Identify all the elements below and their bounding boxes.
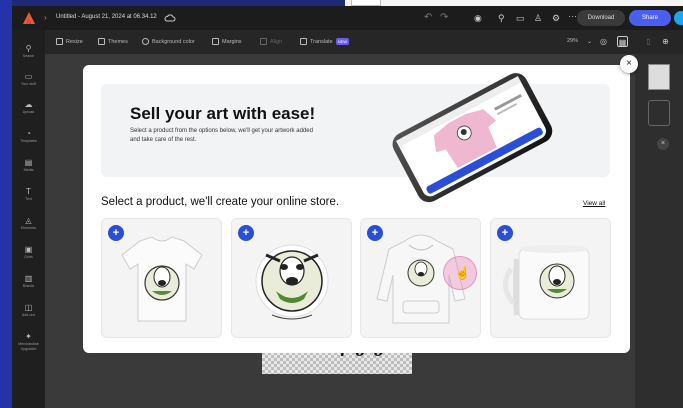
translate-button[interactable]: Translate NEW <box>300 38 350 45</box>
menu-chevron-icon[interactable]: › <box>44 13 47 22</box>
sidebar-item-text[interactable]: T Text <box>12 187 45 202</box>
merch-icon: ✦ <box>25 332 32 341</box>
zoom-level[interactable]: 29% <box>567 38 578 44</box>
background-icon <box>142 38 149 45</box>
addons-icon: ◫ <box>24 303 33 312</box>
section-title: Select a product, we'll create your onli… <box>101 196 340 208</box>
redo-icon[interactable]: ↷ <box>440 12 448 23</box>
themes-button[interactable]: Themes <box>98 38 128 45</box>
collaborators-icon[interactable]: ◉ <box>474 12 482 24</box>
pages-icon[interactable]: ▦ <box>617 36 628 47</box>
add-hoodie-button[interactable]: + <box>367 225 383 241</box>
sidebar-item-brands[interactable]: ▥ Brands <box>12 274 45 289</box>
page-thumbnail[interactable] <box>648 64 670 90</box>
view-all-link[interactable]: View all <box>583 200 605 207</box>
text-icon: T <box>26 187 31 196</box>
delete-icon[interactable]: ▯ <box>643 36 654 47</box>
brands-icon: ▥ <box>24 274 33 283</box>
sidebar-item-add-ons[interactable]: ◫ Add-ons <box>12 303 45 318</box>
margins-button[interactable]: Margins <box>212 38 242 45</box>
canvas-transparent-area <box>262 352 412 374</box>
adobe-express-logo[interactable] <box>22 11 36 25</box>
more-icon[interactable]: ··· <box>568 10 577 22</box>
person-icon[interactable]: ♙ <box>534 12 542 24</box>
sidebar-item-upload[interactable]: ☁ Upload <box>12 100 45 115</box>
folder-icon: ▭ <box>24 72 33 81</box>
fit-icon[interactable]: ◎ <box>598 36 609 47</box>
add-mug-button[interactable]: + <box>497 225 513 241</box>
themes-icon <box>98 38 105 45</box>
left-sidebar: ⚲ Search ▭ Your stuff ☁ Upload ◔ Templates ▤… <box>12 30 45 408</box>
modal-close-button[interactable]: × <box>620 55 638 73</box>
sidebar-item-grids[interactable]: ▣ Grids <box>12 245 45 260</box>
search-icon: ⚲ <box>25 44 32 53</box>
cloud-icon[interactable] <box>164 12 176 24</box>
sidebar-item-your-stuff[interactable]: ▭ Your stuff <box>12 72 45 87</box>
translate-icon <box>300 38 307 45</box>
location-icon[interactable]: ⚲ <box>498 12 505 24</box>
new-badge: NEW <box>335 38 350 45</box>
desktop-frame-left <box>0 0 12 408</box>
download-button[interactable]: Download <box>577 10 625 26</box>
titlebar: › Untitled - August 21, 2024 at 06.34.12… <box>12 6 683 30</box>
align-icon <box>260 38 267 45</box>
templates-icon: ◔ <box>26 129 31 138</box>
undo-icon[interactable]: ↶ <box>424 12 432 23</box>
sidebar-item-elements[interactable]: ◬ Elements <box>12 216 45 231</box>
upload-icon: ☁ <box>24 100 33 109</box>
hero-title: Sell your art with ease! <box>130 104 316 123</box>
grids-icon: ▣ <box>24 245 33 254</box>
close-icon[interactable]: × <box>657 138 669 150</box>
elements-icon: ◬ <box>25 216 32 225</box>
media-icon: ▤ <box>24 158 33 167</box>
resize-icon <box>56 38 63 45</box>
page-thumbnail-secondary[interactable] <box>648 100 670 126</box>
comment-icon[interactable]: ▭ <box>516 12 525 24</box>
file-title[interactable]: Untitled - August 21, 2024 at 06.34.12 <box>56 14 157 20</box>
user-avatar[interactable] <box>674 11 683 25</box>
sidebar-item-templates[interactable]: ◔ Templates <box>12 129 45 144</box>
product-card-tshirt[interactable]: + <box>101 218 222 338</box>
product-card-mug[interactable]: + <box>490 218 611 338</box>
toolbar: Resize Themes Background color Margins A… <box>12 30 683 54</box>
product-card-sticker[interactable]: + <box>231 218 352 338</box>
add-tshirt-button[interactable]: + <box>108 225 124 241</box>
sidebar-item-merchandise[interactable]: ✦ Merchandise Upgraded <box>12 332 45 352</box>
chevron-down-icon[interactable]: ⌄ <box>584 37 595 48</box>
align-button[interactable]: Align <box>260 38 282 45</box>
add-icon[interactable]: ⊕ <box>660 36 671 47</box>
sidebar-item-media[interactable]: ▤ Media <box>12 158 45 173</box>
resize-button[interactable]: Resize <box>56 38 83 45</box>
phone-mockup-image <box>392 73 553 203</box>
hero-description: Select a product from the options below,… <box>130 128 313 143</box>
margins-icon <box>212 38 219 45</box>
add-sticker-button[interactable]: + <box>238 225 254 241</box>
sidebar-item-search[interactable]: ⚲ Search <box>12 44 45 59</box>
settings-icon[interactable]: ⚙ <box>552 12 560 24</box>
background-color-button[interactable]: Background color <box>142 38 195 45</box>
share-button[interactable]: Share <box>629 10 671 26</box>
hand-cursor-icon: ☝ <box>455 266 470 280</box>
